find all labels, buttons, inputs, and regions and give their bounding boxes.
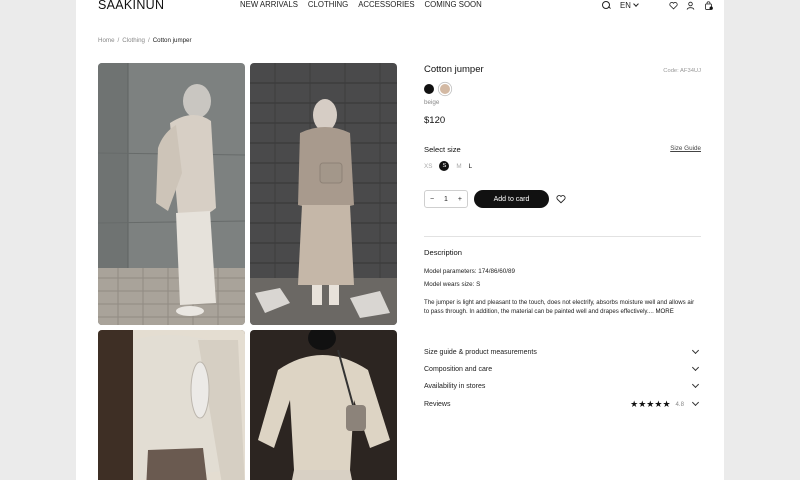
breadcrumb-separator: / <box>147 37 150 44</box>
qty-increase-button[interactable]: + <box>458 196 462 203</box>
product-photo-2[interactable] <box>250 63 397 325</box>
color-swatch-beige[interactable] <box>440 84 450 94</box>
size-options: XS S M L <box>424 161 472 171</box>
accordion-composition[interactable]: Composition and care <box>424 363 701 375</box>
breadcrumb: Home / Clothing / Cotton jumper <box>98 37 192 44</box>
accordion-label: Size guide & product measurements <box>424 348 537 356</box>
size-option-s[interactable]: S <box>439 161 450 171</box>
breadcrumb-clothing[interactable]: Clothing <box>122 37 145 44</box>
site-logo[interactable]: SAAKINUN <box>98 0 164 12</box>
more-link[interactable]: MORE <box>655 308 673 315</box>
product-info: Cotton jumper Code: AF34UJ beige $120 Se… <box>424 0 701 480</box>
accordion-label: Reviews <box>424 400 451 408</box>
size-option-m[interactable]: M <box>456 163 461 170</box>
nav-clothing[interactable]: CLOTHING <box>308 0 348 10</box>
rating-stars: ★★★★★ <box>630 398 671 409</box>
model-parameters: Model parameters: 174/86/60/89 <box>424 268 516 275</box>
rating-value: 4.8 <box>675 400 684 408</box>
chevron-down-icon <box>691 363 700 372</box>
description-body: The jumper is light and pleasant to the … <box>424 299 695 315</box>
accordion-reviews[interactable]: Reviews ★★★★★ 4.8 <box>424 398 701 410</box>
breadcrumb-current: Cotton jumper <box>152 37 192 44</box>
product-code: Code: AF34UJ <box>663 68 701 74</box>
qty-value[interactable]: 1 <box>444 196 448 203</box>
product-photo-1[interactable] <box>98 63 245 325</box>
breadcrumb-separator: / <box>117 37 120 44</box>
divider <box>424 236 701 237</box>
breadcrumb-home[interactable]: Home <box>98 37 115 44</box>
add-to-cart-button[interactable]: Add to card <box>474 190 549 208</box>
accordion-label: Availability in stores <box>424 382 486 390</box>
size-guide-link[interactable]: Size Guide <box>670 145 701 152</box>
product-title: Cotton jumper <box>424 64 484 75</box>
accordion-size-guide[interactable]: Size guide & product measurements <box>424 346 701 358</box>
product-photo-4[interactable] <box>250 330 397 480</box>
color-swatch-black[interactable] <box>424 84 434 94</box>
accordion-availability[interactable]: Availability in stores <box>424 380 701 392</box>
description-text: The jumper is light and pleasant to the … <box>424 299 696 316</box>
chevron-down-icon <box>691 380 700 389</box>
selected-color-name: beige <box>424 99 440 106</box>
qty-decrease-button[interactable]: − <box>430 196 434 203</box>
nav-accessories[interactable]: ACCESSORIES <box>358 0 414 10</box>
product-page: SAAKINUN NEW ARRIVALS CLOTHING ACCESSORI… <box>76 0 724 480</box>
nav-new-arrivals[interactable]: NEW ARRIVALS <box>240 0 298 10</box>
chevron-down-icon <box>691 398 700 407</box>
chevron-down-icon <box>691 346 700 355</box>
product-price: $120 <box>424 115 446 126</box>
model-size: Model wears size: S <box>424 281 481 288</box>
size-option-xs[interactable]: XS <box>424 163 432 170</box>
accordion-label: Composition and care <box>424 365 493 373</box>
color-swatches <box>424 84 450 94</box>
product-photo-3[interactable] <box>98 330 245 480</box>
bag-icon[interactable] <box>704 0 713 10</box>
reviews-summary: ★★★★★ 4.8 <box>630 399 701 410</box>
select-size-label: Select size <box>424 145 461 154</box>
quantity-stepper: − 1 + <box>424 190 468 208</box>
heart-icon[interactable] <box>556 194 566 204</box>
size-option-l[interactable]: L <box>469 163 473 170</box>
description-heading: Description <box>424 248 462 257</box>
